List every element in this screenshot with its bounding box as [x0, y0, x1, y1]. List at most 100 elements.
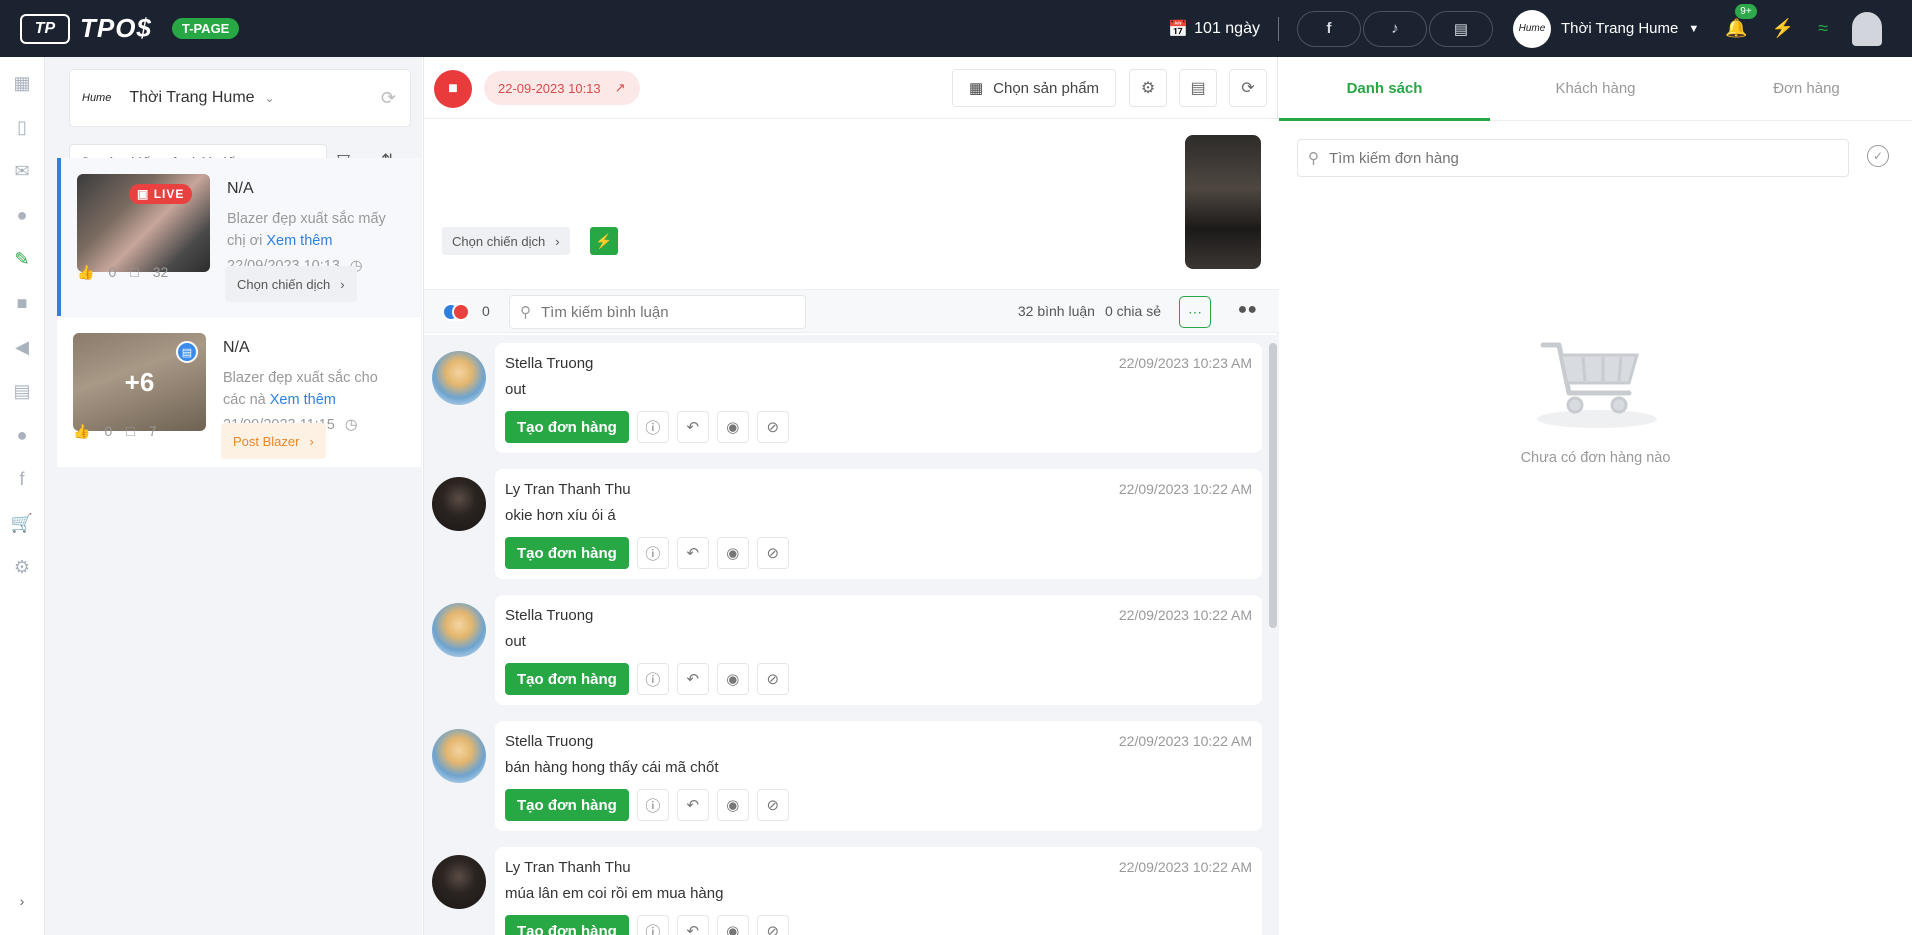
app-logo[interactable]: TP TPO$ [20, 13, 152, 44]
inbox-icon[interactable]: ▯ [12, 117, 32, 137]
hide-comment-button[interactable]: ⊘ [756, 537, 789, 569]
connection-status[interactable]: ≈ [1818, 18, 1828, 39]
chat-icon[interactable]: ● [12, 205, 32, 225]
refresh-icon[interactable]: ⟳ [381, 88, 396, 109]
video-camera-icon: ■ [448, 80, 458, 97]
chat-settings-button[interactable]: ▤ [1179, 69, 1217, 107]
notification-button[interactable]: 🔔 9+ [1725, 4, 1757, 39]
hide-comment-button[interactable]: ⊘ [756, 789, 789, 821]
post-description: Blazer đẹp xuất sắc cho các nà Xem thêm [223, 367, 403, 411]
refresh-button[interactable]: ⟳ [1229, 69, 1267, 107]
users-icon[interactable]: ●● [1238, 301, 1257, 319]
comment-time: 22/09/2023 10:22 AM [1118, 859, 1252, 875]
create-order-button[interactable]: Tạo đơn hàng [505, 915, 629, 935]
reply-button[interactable]: ↶ [676, 789, 709, 821]
choose-product-button[interactable]: ▦ Chọn sản phẩm [952, 69, 1116, 107]
commenter-name[interactable]: Stella Truong [505, 733, 593, 750]
tab-customers[interactable]: Khách hàng [1490, 57, 1701, 120]
campaign-chip[interactable]: Post Blazer › [221, 423, 326, 459]
store-nav-icon[interactable]: ■ [12, 293, 32, 313]
mail-icon[interactable]: ✉ [12, 161, 32, 181]
info-button[interactable]: ⓘ [636, 915, 669, 935]
tab-list[interactable]: Danh sách [1279, 57, 1490, 121]
commenter-avatar[interactable] [432, 351, 486, 405]
order-search-input[interactable] [1329, 149, 1809, 167]
reply-button[interactable]: ↶ [676, 663, 709, 695]
see-more-link[interactable]: Xem thêm [266, 233, 332, 249]
create-order-button[interactable]: Tạo đơn hàng [505, 789, 629, 821]
expand-nav-button[interactable]: › [8, 887, 36, 915]
messenger-button[interactable]: ◉ [716, 411, 749, 443]
settings-nav-icon[interactable]: ⚙ [12, 557, 32, 577]
empty-orders-text: Chưa có đơn hàng nào [1520, 450, 1671, 466]
bolt-icon: ⚡ [1771, 18, 1795, 38]
messenger-button[interactable]: ◉ [716, 663, 749, 695]
page-selector[interactable]: Hume Thời Trang Hume ⌄ ⟳ [69, 69, 411, 127]
create-order-button[interactable]: Tạo đơn hàng [505, 537, 629, 569]
commenter-name[interactable]: Stella Truong [505, 607, 593, 624]
shop-selector[interactable]: Hume Thời Trang Hume ▼ [1512, 9, 1699, 48]
quick-action-button[interactable]: ⚡ [1772, 18, 1794, 39]
commenter-avatar[interactable] [432, 477, 486, 531]
reply-button[interactable]: ↶ [676, 915, 709, 935]
comment-scrollbar[interactable] [1269, 343, 1277, 628]
info-button[interactable]: ⓘ [636, 411, 669, 443]
comment-list[interactable]: Stella Truong 22/09/2023 10:23 AM out Tạ… [424, 335, 1279, 935]
comment-bubble: Ly Tran Thanh Thu 22/09/2023 10:22 AM ok… [495, 469, 1262, 579]
like-icon: 👍 [73, 423, 91, 439]
chevron-right-icon: › [309, 433, 314, 449]
comment-search-input[interactable] [541, 303, 781, 321]
campaign-chip[interactable]: Chọn chiến dịch › [225, 266, 357, 302]
info-button[interactable]: ⓘ [636, 537, 669, 569]
refresh-icon: ⟳ [1241, 80, 1255, 97]
user-avatar[interactable] [1852, 11, 1882, 46]
user-icon[interactable]: ● [12, 425, 32, 445]
hide-comment-button[interactable]: ⊘ [756, 915, 789, 935]
messenger-button[interactable]: ◉ [716, 789, 749, 821]
hide-comment-button[interactable]: ⊘ [756, 663, 789, 695]
eye-off-icon: ⊘ [766, 545, 780, 562]
post-card[interactable]: +6 ▤ N/A Blazer đẹp xuất sắc cho các nà … [57, 317, 421, 467]
comment-time: 22/09/2023 10:22 AM [1118, 733, 1252, 749]
live-badge: ▣ LIVE [129, 184, 193, 204]
post-edit-icon[interactable]: ✎ [12, 249, 32, 269]
create-order-button[interactable]: Tạo đơn hàng [505, 411, 629, 443]
facebook-channel-button[interactable]: f [1296, 10, 1361, 47]
reply-button[interactable]: ↶ [676, 537, 709, 569]
commenter-name[interactable]: Ly Tran Thanh Thu [505, 481, 631, 498]
info-button[interactable]: ⓘ [636, 789, 669, 821]
tab-orders[interactable]: Đơn hàng [1701, 57, 1912, 120]
messenger-button[interactable]: ◉ [716, 537, 749, 569]
messenger-button[interactable]: ◉ [716, 915, 749, 935]
see-more-link[interactable]: Xem thêm [270, 392, 336, 408]
document-icon[interactable]: ▤ [12, 381, 32, 401]
post-card[interactable]: ▣ LIVE N/A Blazer đẹp xuất sắc mấy chị ơ… [57, 158, 421, 316]
commenter-name[interactable]: Ly Tran Thanh Thu [505, 859, 631, 876]
tiktok-channel-button[interactable]: ♪ [1362, 10, 1427, 47]
comment-view-toggle[interactable]: ⋯ [1179, 296, 1211, 328]
comment-text: out [505, 633, 526, 650]
check-circle-icon[interactable]: ✓ [1867, 145, 1889, 167]
commenter-avatar[interactable] [432, 729, 486, 783]
info-icon: ⓘ [645, 671, 661, 689]
facebook-nav-icon[interactable]: f [12, 469, 32, 489]
live-date-pill[interactable]: 22-09-2023 10:13 ↗ [484, 71, 640, 105]
live-video-preview[interactable] [1185, 135, 1261, 269]
reply-button[interactable]: ↶ [676, 411, 709, 443]
megaphone-icon[interactable]: ◀ [12, 337, 32, 357]
dashboard-icon[interactable]: ▦ [12, 73, 32, 93]
commenter-avatar[interactable] [432, 855, 486, 909]
settings-button[interactable]: ⚙ [1129, 69, 1167, 107]
cart-nav-icon[interactable]: 🛒 [11, 513, 33, 533]
subscription-days[interactable]: 📅 101 ngày [1168, 16, 1279, 41]
create-order-button[interactable]: Tạo đơn hàng [505, 663, 629, 695]
commenter-name[interactable]: Stella Truong [505, 355, 593, 372]
choose-campaign-button[interactable]: Chọn chiến dịch › [442, 227, 570, 255]
info-button[interactable]: ⓘ [636, 663, 669, 695]
record-button[interactable]: ■ [434, 70, 472, 108]
shop-channel-button[interactable]: ▤ [1428, 10, 1493, 47]
commenter-avatar[interactable] [432, 603, 486, 657]
quick-action-button[interactable]: ⚡ [590, 227, 618, 255]
clock-icon: ◷ [344, 417, 358, 433]
hide-comment-button[interactable]: ⊘ [756, 411, 789, 443]
